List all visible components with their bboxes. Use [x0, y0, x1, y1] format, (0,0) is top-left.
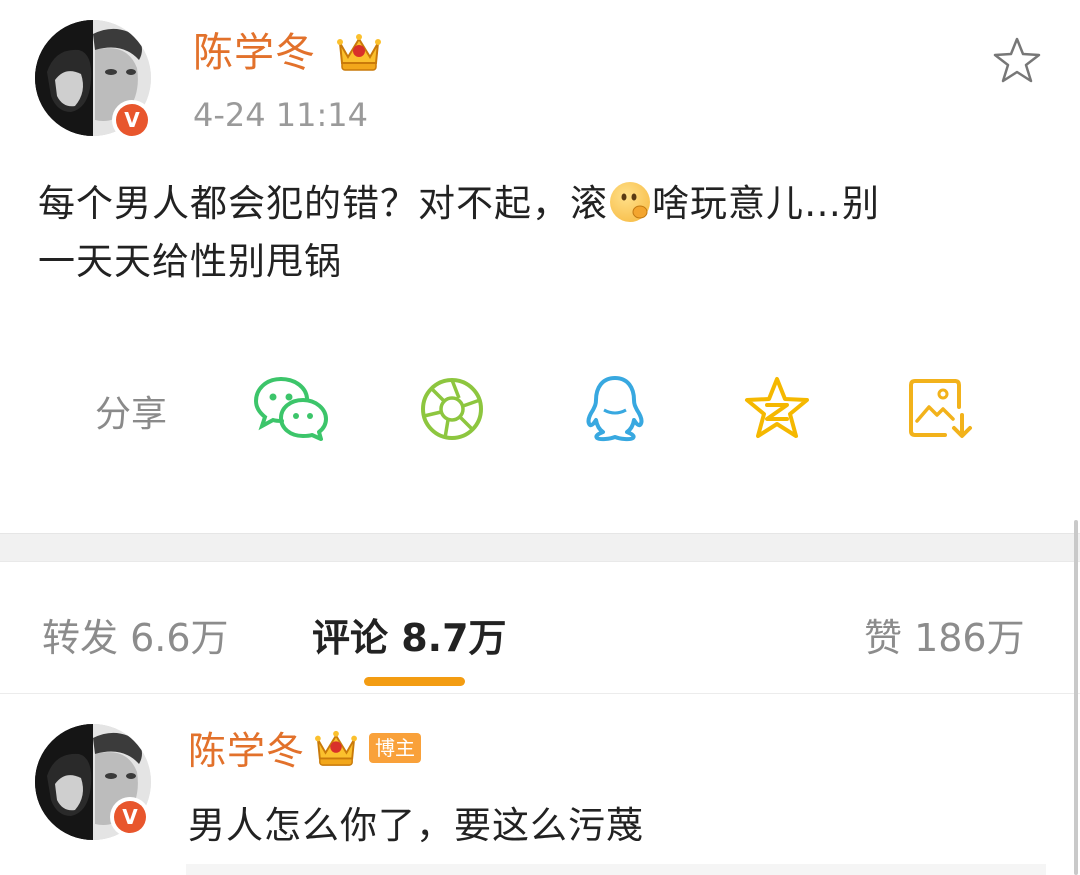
section-divider	[0, 533, 1080, 562]
qq-icon[interactable]	[584, 374, 646, 442]
post-text-part1: 每个男人都会犯的错？对不起，滚	[38, 182, 608, 225]
post-body: 每个男人都会犯的错？对不起，滚 啥玩意儿…别 一天天给性别甩锅	[38, 175, 1038, 291]
post-text-part2: 啥玩意儿…别	[652, 182, 880, 225]
scrollbar[interactable]	[1074, 520, 1078, 875]
post-body-line2: 一天天给性别甩锅	[38, 240, 342, 283]
tab-likes[interactable]: 赞 186万	[864, 607, 1025, 662]
moments-icon[interactable]	[419, 376, 485, 442]
tab-repost[interactable]: 转发 6.6万	[42, 607, 229, 662]
tab-bar-border	[0, 693, 1080, 694]
comment-vip-crown-icon	[314, 728, 358, 768]
qzone-icon[interactable]	[743, 375, 811, 441]
post-timestamp: 4-24 11:14	[193, 96, 369, 134]
post-body-line1: 每个男人都会犯的错？对不起，滚 啥玩意儿…别	[38, 175, 1038, 233]
wechat-icon[interactable]	[253, 373, 329, 441]
active-tab-indicator	[364, 677, 465, 686]
verified-badge: V	[112, 100, 152, 140]
comment-text: 男人怎么你了，要这么污蔑	[188, 804, 644, 847]
save-image-icon[interactable]	[907, 377, 975, 441]
vip-crown-icon	[336, 31, 382, 73]
thinking-emoji-icon	[610, 182, 650, 222]
share-label: 分享	[95, 394, 168, 435]
blogger-badge: 博主	[369, 733, 421, 763]
verified-v-icon: V	[116, 104, 148, 136]
comment-verified-v-icon: V	[114, 801, 146, 833]
favorite-star-icon[interactable]	[992, 36, 1042, 88]
replies-preview-box[interactable]	[186, 864, 1046, 875]
post-author-name[interactable]: 陈学冬	[193, 29, 316, 77]
comment-verified-badge: V	[110, 797, 150, 837]
comment-author-name[interactable]: 陈学冬	[188, 727, 305, 775]
tab-comments[interactable]: 评论 8.7万	[312, 607, 507, 662]
